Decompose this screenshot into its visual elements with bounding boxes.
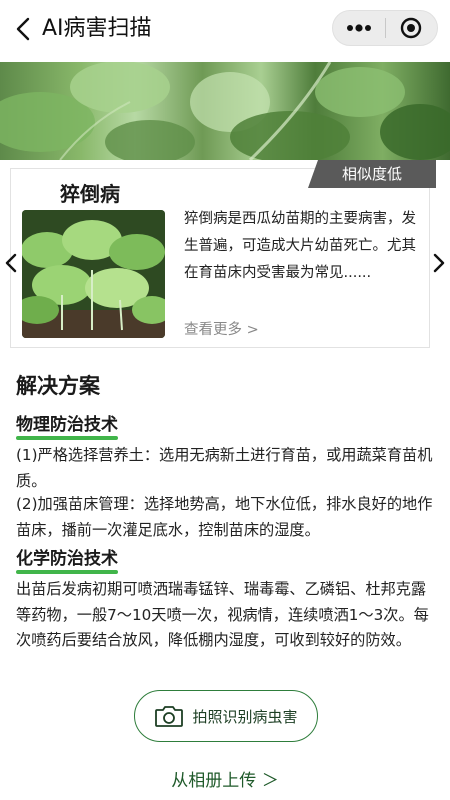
leaves-illustration [0, 62, 450, 160]
next-button[interactable] [428, 250, 450, 276]
chemical-control-title: 化学防治技术 [16, 549, 118, 569]
disease-image [22, 210, 165, 338]
solution-title: 解决方案 [16, 374, 100, 398]
chemical-control-heading: 化学防治技术 [16, 546, 118, 574]
chevron-left-icon [16, 17, 30, 41]
physical-control-heading: 物理防治技术 [16, 412, 118, 440]
physical-paragraph-1: (1)严格选择营养土：选用无病新土进行育苗，或用蔬菜育苗机质。 [16, 446, 433, 490]
similarity-badge: 相似度低 [308, 160, 436, 188]
back-button[interactable] [8, 12, 38, 46]
banner-image [0, 62, 450, 160]
close-button[interactable] [385, 10, 437, 46]
disease-name: 猝倒病 [60, 182, 120, 206]
chemical-paragraph: 出苗后发病初期可喷洒瑞毒锰锌、瑞毒霉、乙磷铝、杜邦克露等药物，一般7～10天喷一… [16, 580, 429, 649]
disease-description: 猝倒病是西瓜幼苗期的主要病害，发生普遍，可造成大片幼苗死亡。尤其在育苗床内受害最… [184, 211, 416, 281]
camera-icon [155, 706, 184, 727]
photo-identify-button[interactable]: 拍照识别病虫害 [134, 690, 318, 742]
nav-header: AI病害扫描 [0, 0, 450, 60]
page-title: AI病害扫描 [42, 16, 152, 41]
physical-control-title: 物理防治技术 [16, 415, 118, 435]
seedling-illustration [22, 210, 165, 338]
chevron-right-icon [433, 253, 445, 273]
previous-button[interactable] [0, 250, 22, 276]
see-more-link[interactable]: 查看更多 > [184, 318, 259, 342]
more-dots-icon [346, 24, 371, 32]
chevron-left-icon [5, 253, 17, 273]
photo-identify-label: 拍照识别病虫害 [192, 707, 298, 726]
upload-from-album-link[interactable]: 从相册上传 ＞ [0, 768, 450, 794]
target-circle-icon [401, 17, 422, 39]
mini-program-capsule [332, 10, 438, 46]
heading-underline [16, 570, 118, 574]
more-button[interactable] [333, 10, 385, 46]
physical-paragraph-2: (2)加强苗床管理：选择地势高，地下水位低，排水良好的地作苗床，播前一次灌足底水… [16, 495, 433, 539]
heading-underline [16, 436, 118, 440]
